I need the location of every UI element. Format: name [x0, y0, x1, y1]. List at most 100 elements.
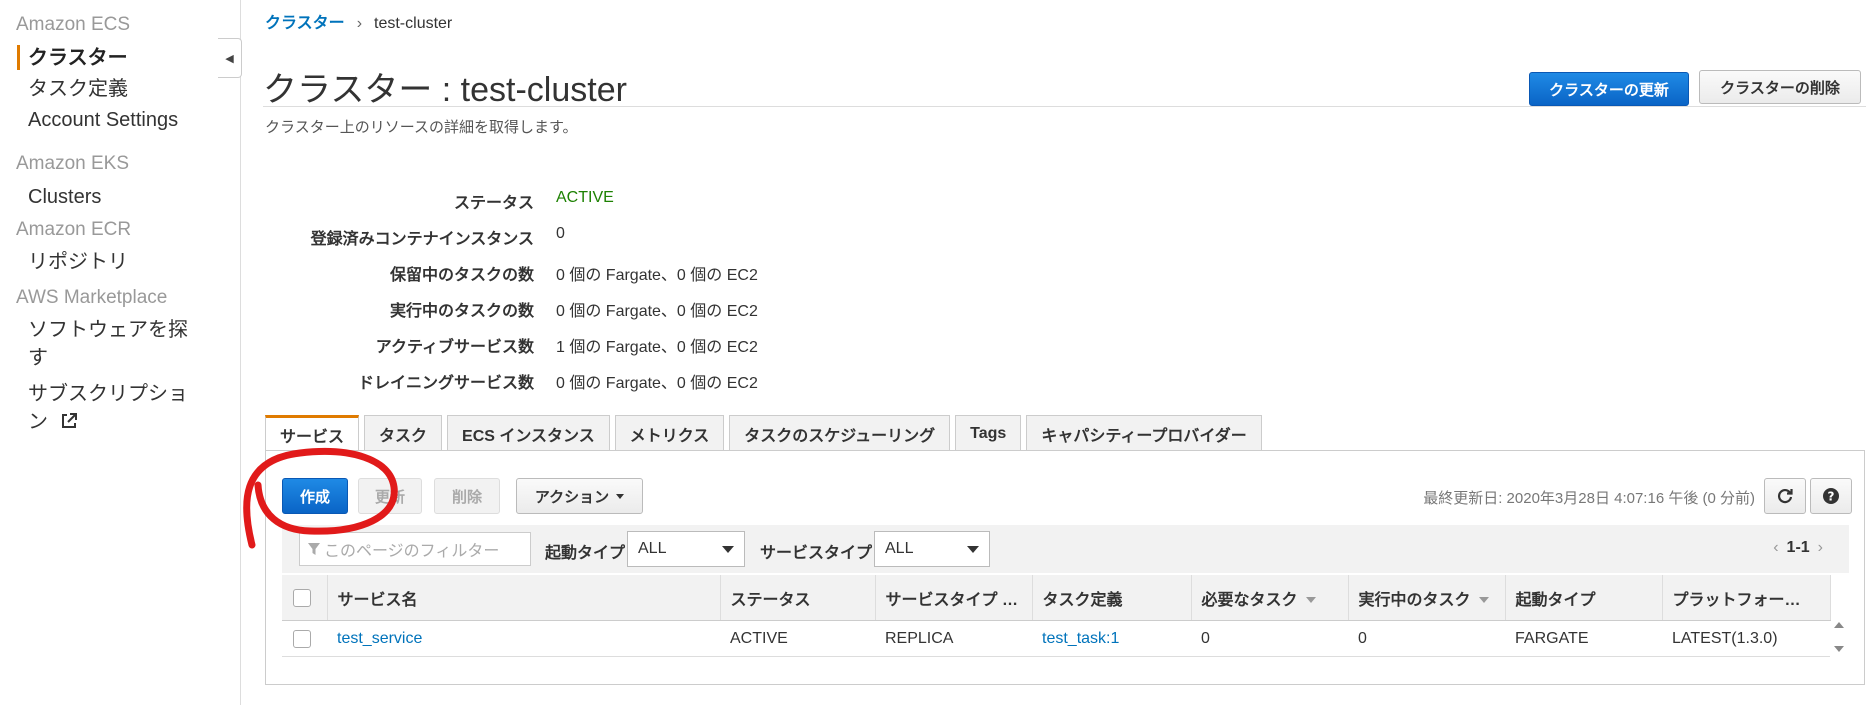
detail-label-draining-services: ドレイニングサービス数	[357, 375, 534, 392]
tab-bar: サービス タスク ECS インスタンス メトリクス タスクのスケジューリング T…	[265, 415, 1267, 452]
select-all-cell	[282, 575, 328, 621]
help-icon: ?	[1823, 488, 1839, 504]
sort-icon	[1478, 597, 1489, 604]
services-table: サービス名 ステータス サービスタイプ … タスク定義 必要なタスク 実行中のタ…	[282, 575, 1831, 657]
cell-launch-type: FARGATE	[1505, 620, 1662, 657]
column-header-service-type[interactable]: サービスタイプ …	[875, 575, 1033, 621]
sidebar-section-marketplace: AWS Marketplace	[16, 287, 168, 308]
launch-type-select[interactable]: ALL	[627, 531, 745, 567]
detail-value-status: ACTIVE	[556, 189, 614, 206]
select-all-checkbox[interactable]	[293, 588, 311, 607]
caret-down-icon	[616, 493, 625, 499]
sidebar-item-label: ソフトウェアを探	[28, 319, 188, 341]
scroll-down-icon[interactable]	[1834, 646, 1844, 652]
sidebar-item-repositories[interactable]: リポジトリ	[28, 248, 128, 276]
cell-desired-tasks: 0	[1191, 620, 1348, 657]
launch-type-label: 起動タイプ	[545, 545, 626, 562]
sidebar-item-discover-software[interactable]: ソフトウェアを探 す	[28, 316, 188, 372]
filter-bar: このページのフィルター 起動タイプ ALL サービスタイプ ALL ‹ 1-1 ›	[282, 525, 1849, 573]
cell-service-name: test_service	[327, 620, 720, 657]
sort-icon	[1305, 597, 1316, 604]
service-type-value: ALL	[885, 540, 914, 557]
launch-type-value: ALL	[638, 540, 667, 557]
column-header-running-tasks[interactable]: 実行中のタスク	[1348, 575, 1506, 621]
column-header-status[interactable]: ステータス	[720, 575, 876, 621]
caret-down-icon	[967, 546, 979, 553]
refresh-icon	[1777, 489, 1793, 504]
sidebar-section-eks: Amazon EKS	[16, 153, 129, 174]
breadcrumb: クラスター › test-cluster	[265, 9, 452, 33]
help-button[interactable]: ?	[1810, 478, 1852, 514]
update-cluster-button[interactable]: クラスターの更新	[1529, 72, 1689, 106]
sidebar-item-subscriptions[interactable]: サブスクリプショ ン	[28, 380, 188, 436]
row-checkbox[interactable]	[293, 629, 311, 648]
service-type-label: サービスタイプ	[760, 545, 873, 562]
service-type-select[interactable]: ALL	[874, 531, 990, 567]
breadcrumb-clusters-link[interactable]: クラスター	[265, 15, 345, 32]
detail-value-pending-tasks: 0 個の Fargate、0 個の EC2	[556, 267, 758, 284]
breadcrumb-separator: ›	[356, 15, 363, 32]
column-header-label: 必要なタスク	[1201, 591, 1298, 609]
tab-ecs-instances[interactable]: ECS インスタンス	[447, 415, 610, 451]
column-header-task-definition[interactable]: タスク定義	[1032, 575, 1192, 621]
table-scrollbar[interactable]	[1830, 620, 1848, 656]
collapse-sidebar-button[interactable]: ◀	[218, 38, 242, 78]
cell-task-definition: test_task:1	[1032, 620, 1191, 657]
sidebar-item-clusters[interactable]: クラスター	[28, 44, 128, 72]
tab-scheduled-tasks[interactable]: タスクのスケジューリング	[729, 415, 951, 451]
column-header-service-name[interactable]: サービス名	[327, 575, 721, 621]
sidebar-item-label: サブスクリプショ	[28, 383, 188, 405]
sidebar-item-account-settings[interactable]: Account Settings	[28, 106, 178, 134]
sidebar-section-ecs: Amazon ECS	[16, 14, 131, 35]
sidebar-item-label-cont: ン	[28, 411, 48, 433]
actions-dropdown[interactable]: アクション	[516, 478, 643, 514]
delete-service-button[interactable]: 削除	[434, 478, 500, 514]
sidebar-item-label-cont: す	[28, 347, 48, 369]
title-divider	[263, 106, 1866, 107]
service-name-link[interactable]: test_service	[337, 630, 422, 647]
pagination: ‹ 1-1 ›	[1765, 539, 1831, 557]
caret-down-icon	[722, 546, 734, 553]
table-header-row: サービス名 ステータス サービスタイプ … タスク定義 必要なタスク 実行中のタ…	[282, 575, 1831, 621]
sidebar-item-task-definitions[interactable]: タスク定義	[28, 75, 128, 103]
cell-platform: LATEST(1.3.0)	[1662, 620, 1830, 657]
column-header-label: 実行中のタスク	[1358, 591, 1471, 609]
actions-label: アクション	[534, 488, 610, 506]
last-updated-text: 最終更新日: 2020年3月28日 4:07:16 午後 (0 分前)	[1423, 490, 1755, 507]
detail-label-status: ステータス	[453, 195, 534, 212]
detail-label-active-services: アクティブサービス数	[375, 339, 534, 356]
detail-value-draining-services: 0 個の Fargate、0 個の EC2	[556, 375, 758, 392]
cell-status: ACTIVE	[720, 620, 875, 657]
breadcrumb-current: test-cluster	[374, 15, 453, 32]
detail-label-running-tasks: 実行中のタスクの数	[389, 303, 534, 320]
detail-value-running-tasks: 0 個の Fargate、0 個の EC2	[556, 303, 758, 320]
tab-capacity-providers[interactable]: キャパシティープロバイダー	[1026, 415, 1262, 451]
detail-label-registered-instances: 登録済みコンテナインスタンス	[310, 231, 534, 248]
scroll-up-icon[interactable]	[1834, 622, 1844, 628]
task-definition-link[interactable]: test_task:1	[1042, 630, 1119, 647]
page-title: クラスター : test-cluster	[263, 71, 627, 109]
table-row: test_service ACTIVE REPLICA test_task:1 …	[282, 620, 1830, 657]
external-link-icon	[61, 413, 77, 428]
column-header-launch-type[interactable]: 起動タイプ	[1505, 575, 1663, 621]
sidebar: Amazon ECS クラスター タスク定義 Account Settings …	[0, 0, 241, 705]
cell-running-tasks: 0	[1348, 620, 1505, 657]
tab-tags[interactable]: Tags	[955, 415, 1022, 451]
column-header-platform[interactable]: プラットフォー…	[1662, 575, 1831, 621]
refresh-button[interactable]	[1764, 478, 1806, 514]
detail-value-registered-instances: 0	[556, 225, 565, 242]
detail-label-pending-tasks: 保留中のタスクの数	[389, 267, 534, 284]
sidebar-item-eks-clusters[interactable]: Clusters	[28, 183, 101, 211]
sidebar-active-indicator	[17, 45, 20, 70]
tab-metrics[interactable]: メトリクス	[614, 415, 725, 451]
svg-text:?: ?	[1828, 490, 1835, 504]
row-select-cell	[282, 620, 327, 657]
caret-left-icon: ◀	[225, 52, 234, 65]
next-page-icon[interactable]: ›	[1818, 539, 1823, 556]
column-header-desired-tasks[interactable]: 必要なタスク	[1191, 575, 1349, 621]
prev-page-icon[interactable]: ‹	[1773, 539, 1778, 556]
detail-value-active-services: 1 個の Fargate、0 個の EC2	[556, 339, 758, 356]
pagination-range: 1-1	[1786, 539, 1810, 556]
page-subtitle: クラスター上のリソースの詳細を取得します。	[265, 119, 578, 136]
delete-cluster-button[interactable]: クラスターの削除	[1699, 70, 1861, 104]
